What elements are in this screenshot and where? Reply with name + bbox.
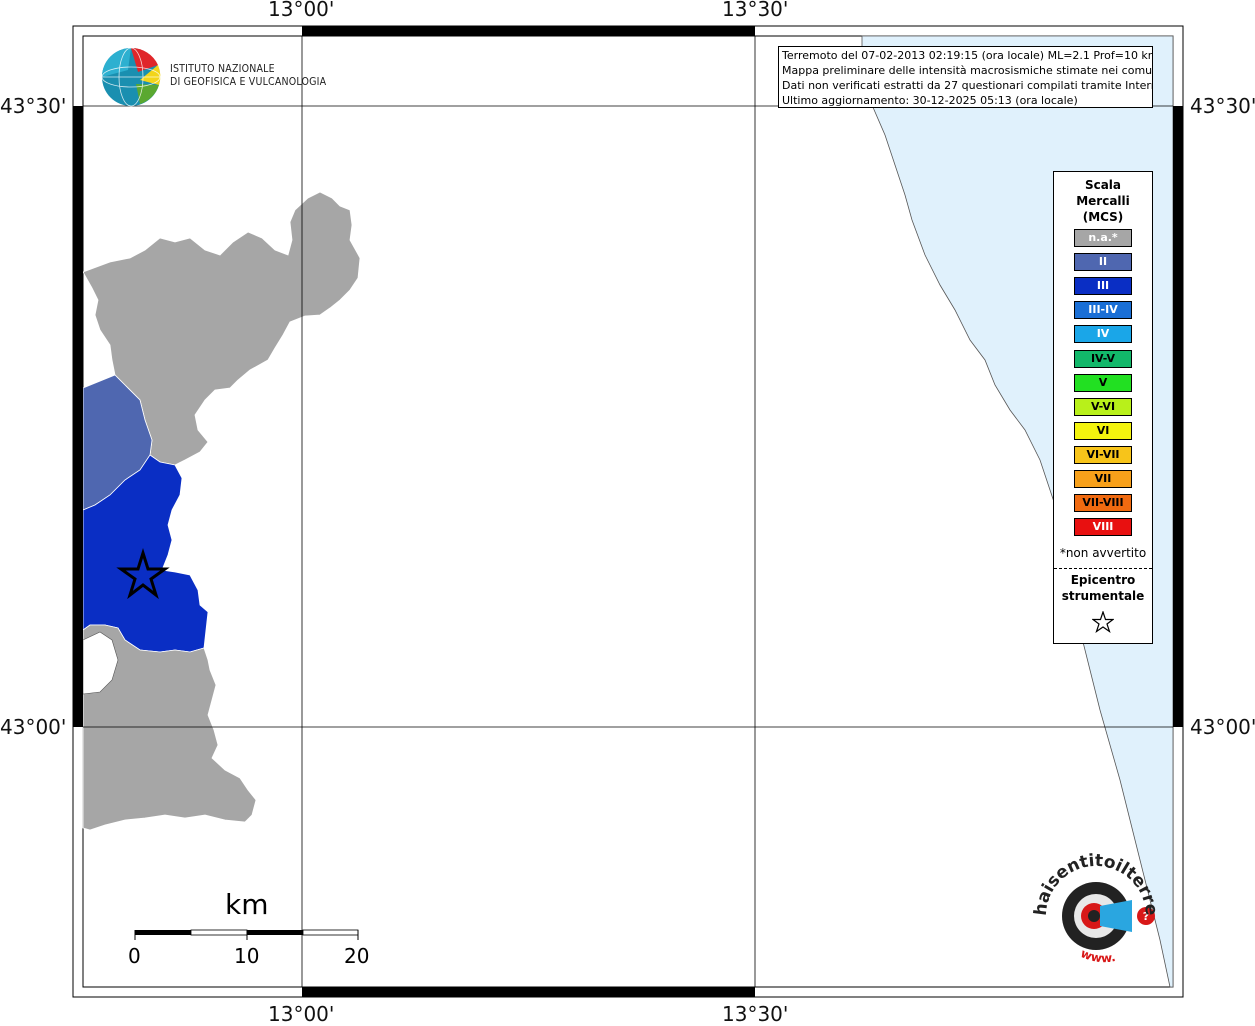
legend-swatch-7: V-VI (1074, 397, 1132, 416)
legend-swatch-0: n.a.* (1074, 229, 1132, 247)
legend-swatch-6: V (1074, 373, 1132, 392)
legend-title-3: (MCS) (1082, 210, 1124, 224)
legend-swatch-8: VI (1074, 421, 1132, 440)
legend-note: *non avvertito (1059, 546, 1147, 560)
legend-swatch-12: VIII (1074, 518, 1132, 537)
legend-swatch-9: VI-VII (1074, 445, 1132, 464)
ingv-logo-line2: DI GEOFISICA E VULCANOLOGIA (170, 76, 327, 88)
lon-label-top-2: 13°30' (722, 0, 789, 21)
legend-title-2: Mercalli (1076, 194, 1130, 208)
ingv-globe-icon (101, 47, 161, 107)
legend-swatch-4: IV (1074, 325, 1132, 344)
lat-label-left-2: 43°00' (0, 715, 67, 739)
lat-label-right-2: 43°00' (1190, 715, 1255, 739)
lon-label-top-1: 13°00' (268, 0, 335, 21)
legend-epicenter-label: Epicentro strumentale (1054, 572, 1152, 604)
legend-swatch-1: II (1074, 253, 1132, 272)
legend-swatch-11: VII-VIII (1074, 494, 1132, 513)
haisentito-watermark: haisentitoilterremoto.it www. (1016, 836, 1161, 965)
scale-label-0: 0 (128, 944, 141, 968)
event-info-line2: Mappa preliminare delle intensità macros… (782, 64, 1153, 77)
event-info-line3: Dati non verificati estratti da 27 quest… (782, 79, 1153, 92)
scale-label-20: 20 (344, 944, 370, 968)
watermark-text: haisentitoilterremoto.it (1016, 836, 1161, 917)
scale-label-10: 10 (234, 944, 260, 968)
lat-label-left-1: 43°30' (0, 94, 67, 118)
legend-star-icon (1092, 611, 1114, 633)
legend-swatch-5: IV-V (1074, 349, 1132, 368)
legend-divider (1054, 568, 1152, 569)
ingv-logo-text: ISTITUTO NAZIONALE DI GEOFISICA E VULCAN… (170, 63, 326, 89)
legend-swatch-3: III-IV (1074, 301, 1132, 320)
lon-label-bottom-2: 13°30' (722, 1002, 789, 1026)
legend-swatch-10: VII (1074, 470, 1132, 488)
event-info-box: Terremoto del 07-02-2013 02:19:15 (ora l… (778, 46, 1153, 108)
ingv-logo-line1: ISTITUTO NAZIONALE (170, 63, 275, 75)
legend-epicenter-line2: strumentale (1061, 589, 1145, 603)
legend-title: Scala Mercalli (MCS) (1054, 177, 1152, 225)
mcs-legend: Scala Mercalli (MCS) n.a.* II III III-IV IV I… (1053, 171, 1153, 644)
svg-text:www.: www. (1079, 946, 1117, 965)
lon-label-bottom-1: 13°00' (268, 1002, 335, 1026)
scale-unit: km (225, 888, 269, 921)
event-info-line1: Terremoto del 07-02-2013 02:19:15 (ora l… (782, 49, 1153, 62)
watermark-text2: www. (1079, 946, 1117, 965)
legend-swatch-2: III (1074, 277, 1132, 296)
lat-label-right-1: 43°30' (1190, 94, 1255, 118)
event-info-line4: Ultimo aggiornamento: 30-12-2025 05:13 (… (782, 94, 1078, 107)
legend-epicenter-line1: Epicentro (1070, 573, 1136, 587)
legend-title-1: Scala (1084, 178, 1122, 192)
svg-text:haisentitoilterremoto.it: haisentitoilterremoto.it (1016, 836, 1161, 917)
